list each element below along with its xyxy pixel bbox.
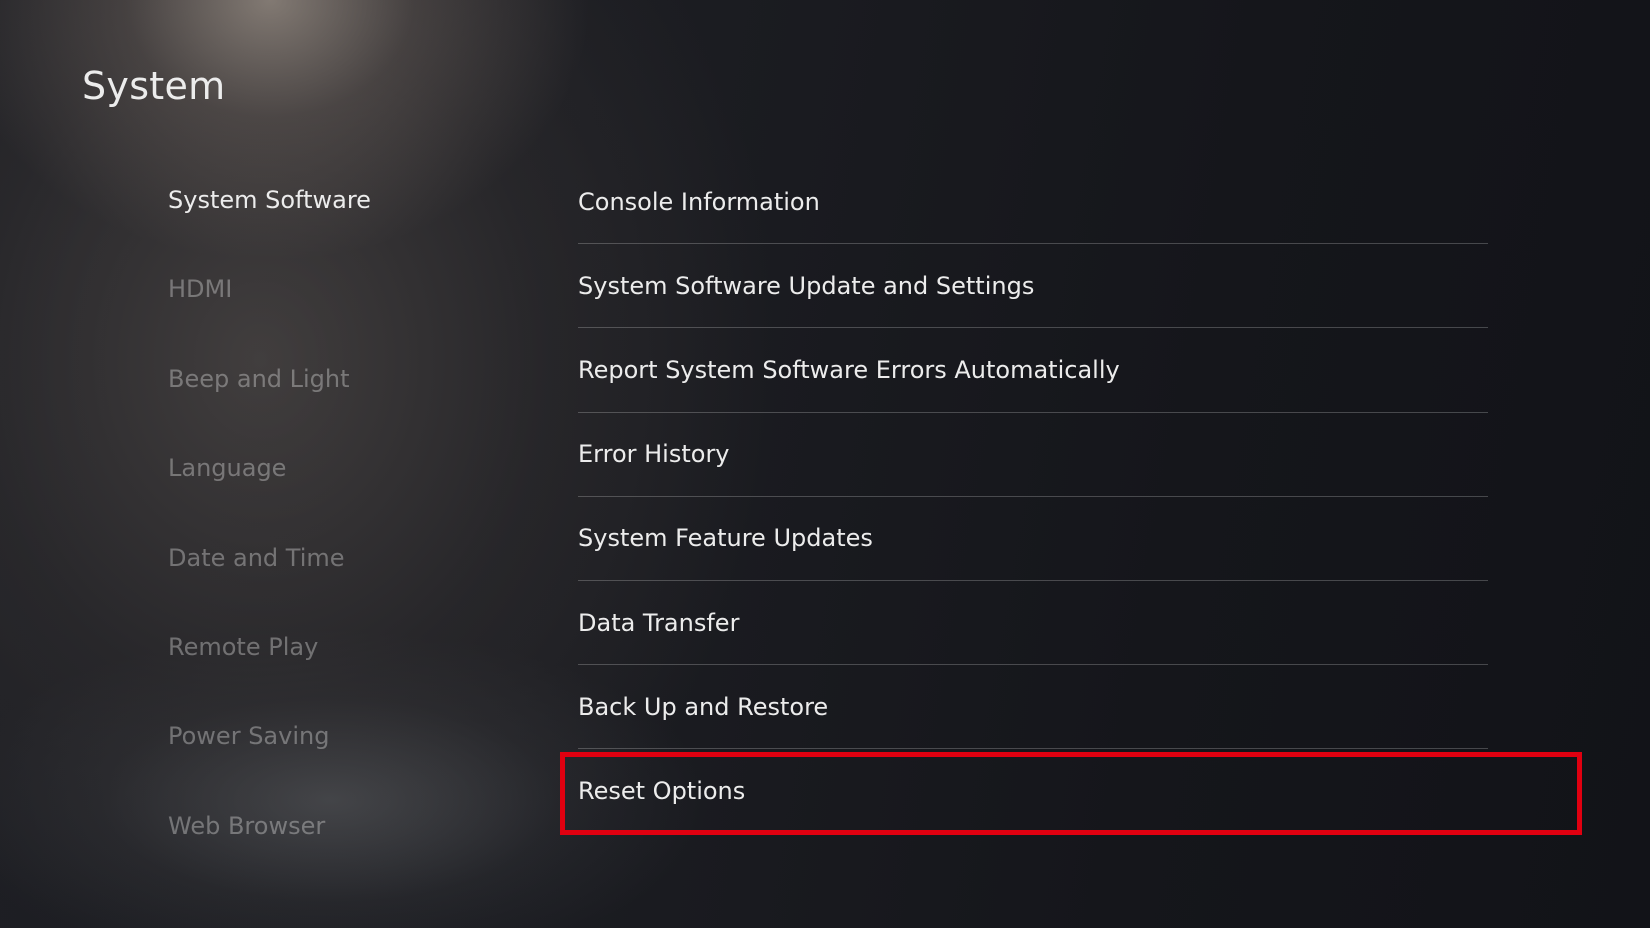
menu-item-system-feature-updates[interactable]: System Feature Updates: [578, 497, 1488, 581]
sidebar-item-remote-play[interactable]: Remote Play: [168, 619, 488, 708]
menu-item-report-errors[interactable]: Report System Software Errors Automatica…: [578, 328, 1488, 413]
menu-item-reset-options[interactable]: Reset Options: [578, 749, 1488, 833]
sidebar-item-web-browser[interactable]: Web Browser: [168, 798, 488, 887]
sidebar-item-power-saving[interactable]: Power Saving: [168, 708, 488, 797]
menu-item-system-software-update[interactable]: System Software Update and Settings: [578, 244, 1488, 329]
menu-item-data-transfer[interactable]: Data Transfer: [578, 581, 1488, 666]
sidebar-item-language[interactable]: Language: [168, 440, 488, 529]
sidebar-item-beep-and-light[interactable]: Beep and Light: [168, 351, 488, 440]
settings-menu: Console Information System Software Upda…: [578, 160, 1488, 834]
menu-item-back-up-and-restore[interactable]: Back Up and Restore: [578, 665, 1488, 750]
menu-item-error-history[interactable]: Error History: [578, 413, 1488, 497]
sidebar-item-hdmi[interactable]: HDMI: [168, 261, 488, 350]
sidebar: System Software HDMI Beep and Light Lang…: [168, 172, 488, 887]
sidebar-item-date-and-time[interactable]: Date and Time: [168, 530, 488, 619]
menu-item-console-information[interactable]: Console Information: [578, 160, 1488, 245]
page-title: System: [82, 64, 226, 108]
sidebar-item-system-software[interactable]: System Software: [168, 172, 488, 261]
